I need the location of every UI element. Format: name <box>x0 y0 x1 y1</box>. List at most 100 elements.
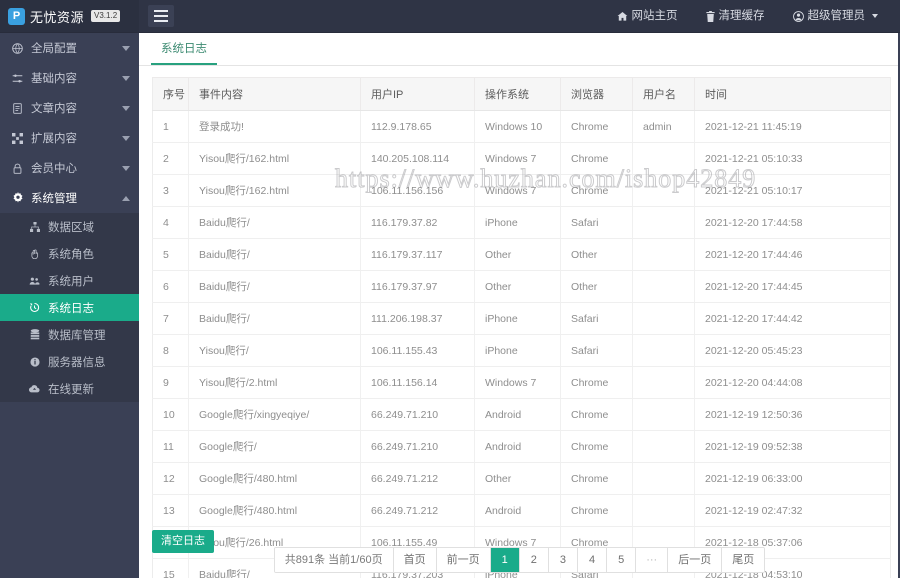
brand[interactable]: P 无忧资源 V3.1.2 <box>0 0 139 32</box>
col-header-os: 操作系统 <box>474 77 561 111</box>
table-head: 序号 事件内容 用户IP 操作系统 浏览器 用户名 时间 <box>152 77 891 111</box>
sidebar-item-system-role[interactable]: 系统角色 <box>0 240 139 267</box>
sidebar-subitem-label: 系统用户 <box>48 275 94 288</box>
sidebar-item-system-log[interactable]: 系统日志 <box>0 294 139 321</box>
pagination-next[interactable]: 后一页 <box>668 548 723 573</box>
expand-icon <box>11 132 24 144</box>
tab-system-log[interactable]: 系统日志 <box>151 40 217 65</box>
row-os: iPhone <box>474 206 561 239</box>
row-time: 2021-12-19 12:50:36 <box>694 398 891 431</box>
sidebar-item-label: 全局配置 <box>31 43 77 55</box>
table-row[interactable]: 12 Google爬行/480.html 66.249.71.212 Other Chr… <box>152 462 891 495</box>
pagination-summary: 共891条 当前1/60页 <box>274 548 394 573</box>
table-row[interactable]: 2 Yisou爬行/162.html 140.205.108.114 Windows … <box>152 142 891 175</box>
pagination-last[interactable]: 尾页 <box>722 548 765 573</box>
row-os: Android <box>474 398 561 431</box>
row-os: Windows 7 <box>474 142 561 175</box>
row-event: 登录成功! <box>188 110 361 143</box>
row-browser: Chrome <box>560 142 633 175</box>
row-event: Baidu爬行/ <box>188 270 361 303</box>
sidebar-item-database-management[interactable]: 数据库管理 <box>0 321 139 348</box>
tab-bar: 系统日志 <box>139 33 900 66</box>
p-logo-icon: P <box>8 7 25 25</box>
sidebar-item-global-config[interactable]: 全局配置 <box>0 33 139 63</box>
pagination: 共891条 当前1/60页 首页 前一页 1 2 3 4 5 ··· 后一页 尾页 <box>139 547 900 574</box>
hamburger-bar <box>154 10 168 12</box>
pagination-page-5[interactable]: 5 <box>607 548 637 573</box>
col-header-event: 事件内容 <box>188 77 361 111</box>
table-row[interactable]: 4 Baidu爬行/116.179.37.82 iPhone Safari 2021-1… <box>152 206 891 239</box>
sidebar-item-system-user[interactable]: 系统用户 <box>0 267 139 294</box>
table-row[interactable]: 11 Google爬行/66.249.71.210 Android Chrome 202… <box>152 430 891 463</box>
row-os: Android <box>474 430 561 463</box>
sidebar-item-data-region[interactable]: 数据区域 <box>0 213 139 240</box>
row-time: 2021-12-19 06:33:00 <box>694 462 891 495</box>
sidebar-item-label: 基础内容 <box>31 73 77 85</box>
row-event: Baidu爬行/ <box>188 206 361 239</box>
chevron-up-icon <box>122 195 130 201</box>
row-os: iPhone <box>474 302 561 335</box>
sidebar-item-member-center[interactable]: 会员中心 <box>0 153 139 183</box>
row-username: admin <box>632 110 695 143</box>
row-event: Google爬行/480.html <box>188 462 361 495</box>
row-ip: 116.179.37.117 <box>360 238 475 271</box>
row-username <box>632 270 695 303</box>
row-ip: 116.179.37.82 <box>360 206 475 239</box>
hamburger-icon[interactable] <box>148 5 174 27</box>
table-row[interactable]: 6 Baidu爬行/116.179.37.97 Other Other 2021-12-… <box>152 270 891 303</box>
sidebar-item-label: 系统管理 <box>31 193 77 205</box>
sliders-icon <box>11 73 24 84</box>
sidebar-item-article-content[interactable]: 文章内容 <box>0 93 139 123</box>
table-row[interactable]: 7 Baidu爬行/111.206.198.37 iPhone Safari 2021-… <box>152 302 891 335</box>
row-username <box>632 238 695 271</box>
row-time: 2021-12-20 17:44:58 <box>694 206 891 239</box>
pagination-page-4[interactable]: 4 <box>577 548 608 573</box>
table-row[interactable]: 9 Yisou爬行/2.html 106.11.156.14 Windows 7 Chr… <box>152 366 891 399</box>
pagination-page-2[interactable]: 2 <box>519 548 549 573</box>
sidebar-item-online-update[interactable]: 在线更新 <box>0 375 139 402</box>
chevron-down-icon <box>122 105 130 111</box>
row-username <box>632 366 695 399</box>
table-row[interactable]: 3 Yisou爬行/162.html 106.11.156.156 Windows 7… <box>152 174 891 207</box>
row-time: 2021-12-20 04:44:08 <box>694 366 891 399</box>
top-bar: P 无忧资源 V3.1.2 网站主页 清理缓存 超级管理员 <box>0 0 900 33</box>
col-header-user: 用户名 <box>632 77 695 111</box>
database-icon <box>28 329 41 340</box>
sidebar-item-basic-content[interactable]: 基础内容 <box>0 63 139 93</box>
row-event: Google爬行/ <box>188 430 361 463</box>
row-time: 2021-12-19 09:52:38 <box>694 430 891 463</box>
row-time: 2021-12-21 05:10:33 <box>694 142 891 175</box>
row-event: Yisou爬行/2.html <box>188 366 361 399</box>
row-ip: 112.9.178.65 <box>360 110 475 143</box>
home-icon <box>617 11 628 22</box>
pagination-page-3[interactable]: 3 <box>548 548 578 573</box>
pagination-prev[interactable]: 前一页 <box>436 548 491 573</box>
topnav-item-home[interactable]: 网站主页 <box>603 0 692 33</box>
row-ip: 66.249.71.212 <box>360 462 475 495</box>
topnav-item-user[interactable]: 超级管理员 <box>779 0 893 33</box>
row-event: Baidu爬行/ <box>188 238 361 271</box>
top-nav: 网站主页 清理缓存 超级管理员 <box>603 0 900 32</box>
row-time: 2021-12-20 05:45:23 <box>694 334 891 367</box>
sidebar-item-extended-content[interactable]: 扩展内容 <box>0 123 139 153</box>
row-ip: 106.11.156.14 <box>360 366 475 399</box>
pagination-page-1[interactable]: 1 <box>490 548 520 573</box>
row-os: Other <box>474 270 561 303</box>
topnav-item-clear-cache[interactable]: 清理缓存 <box>692 0 779 33</box>
row-browser: Safari <box>560 334 633 367</box>
sidebar-item-label: 扩展内容 <box>31 133 77 145</box>
sidebar-item-system-management[interactable]: 系统管理 <box>0 183 139 213</box>
sidebar-item-server-info[interactable]: 服务器信息 <box>0 348 139 375</box>
table-row[interactable]: 8 Yisou爬行/106.11.155.43 iPhone Safari 2021-1… <box>152 334 891 367</box>
lock-icon <box>11 163 24 174</box>
col-header-index: 序号 <box>152 77 189 111</box>
sidebar-item-label: 文章内容 <box>31 103 77 115</box>
row-index: 2 <box>152 142 189 175</box>
row-time: 2021-12-21 05:10:17 <box>694 174 891 207</box>
pagination-first[interactable]: 首页 <box>393 548 437 573</box>
table-header-row: 序号 事件内容 用户IP 操作系统 浏览器 用户名 时间 <box>152 77 891 111</box>
table-row[interactable]: 10 Google爬行/xingyeqiye/66.249.71.210 Andro… <box>152 398 891 431</box>
table-row[interactable]: 5 Baidu爬行/116.179.37.117 Other Other 2021-12… <box>152 238 891 271</box>
table-row[interactable]: 1 登录成功! 112.9.178.65 Windows 10 Chrome admin 2… <box>152 110 891 143</box>
row-browser: Other <box>560 238 633 271</box>
